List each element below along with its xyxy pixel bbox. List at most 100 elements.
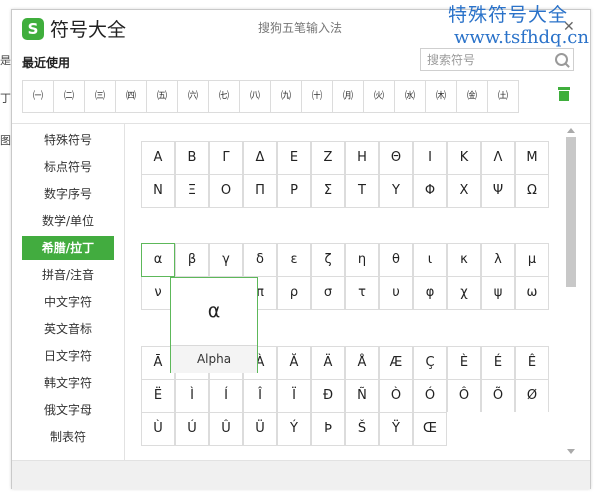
sidebar-item[interactable]: 拼音/注音 — [22, 263, 114, 287]
recent-symbol-cell[interactable]: ㈩ — [301, 80, 333, 113]
recent-symbol-cell[interactable]: ㈯ — [487, 80, 519, 113]
symbol-cell[interactable]: ψ — [481, 276, 515, 310]
symbol-cell[interactable]: χ — [447, 276, 481, 310]
symbol-cell[interactable]: β — [175, 243, 209, 277]
symbol-cell[interactable]: Ù — [141, 412, 175, 446]
symbol-cell[interactable]: Ν — [141, 174, 175, 208]
symbol-cell[interactable]: Œ — [413, 412, 447, 446]
scrollbar-thumb[interactable] — [566, 137, 576, 287]
symbol-cell[interactable]: Ψ — [481, 174, 515, 208]
recent-symbol-cell[interactable]: ㈨ — [270, 80, 302, 113]
sidebar-item[interactable]: 韩文字符 — [22, 371, 114, 395]
symbol-cell[interactable]: Ω — [515, 174, 549, 208]
symbol-cell[interactable]: λ — [481, 243, 515, 277]
symbol-cell[interactable]: Σ — [311, 174, 345, 208]
symbol-cell[interactable]: Χ — [447, 174, 481, 208]
symbol-cell[interactable]: Ø — [515, 379, 549, 413]
recent-symbol-cell[interactable]: ㈬ — [394, 80, 426, 113]
symbol-cell[interactable]: Μ — [515, 141, 549, 175]
symbol-cell[interactable]: Ê — [515, 346, 549, 380]
search-box[interactable] — [420, 48, 574, 71]
recent-symbol-cell[interactable]: ㈮ — [456, 80, 488, 113]
symbol-cell[interactable]: Ă — [277, 346, 311, 380]
symbol-cell[interactable]: Ï — [277, 379, 311, 413]
sidebar-item[interactable]: 数学/单位 — [22, 209, 114, 233]
recent-symbol-cell[interactable]: ㈣ — [115, 80, 147, 113]
trash-icon[interactable] — [558, 87, 570, 101]
symbol-cell[interactable]: É — [481, 346, 515, 380]
symbol-cell[interactable]: Æ — [379, 346, 413, 380]
recent-symbol-cell[interactable]: ㈫ — [363, 80, 395, 113]
symbol-cell[interactable]: Ñ — [345, 379, 379, 413]
symbol-cell[interactable]: Ú — [175, 412, 209, 446]
symbol-cell[interactable]: Ξ — [175, 174, 209, 208]
symbol-cell[interactable]: Õ — [481, 379, 515, 413]
symbol-cell[interactable]: Û — [209, 412, 243, 446]
symbol-cell[interactable]: Η — [345, 141, 379, 175]
recent-symbol-cell[interactable]: ㈥ — [177, 80, 209, 113]
symbol-cell[interactable]: Υ — [379, 174, 413, 208]
symbol-cell[interactable]: φ — [413, 276, 447, 310]
symbol-cell[interactable]: Ü — [243, 412, 277, 446]
recent-symbol-cell[interactable]: ㈤ — [146, 80, 178, 113]
symbol-cell[interactable]: Ë — [141, 379, 175, 413]
symbol-cell[interactable]: υ — [379, 276, 413, 310]
symbol-cell[interactable]: σ — [311, 276, 345, 310]
symbol-cell[interactable]: θ — [379, 243, 413, 277]
search-icon[interactable] — [555, 53, 568, 66]
recent-symbol-cell[interactable]: ㈪ — [332, 80, 364, 113]
symbol-cell[interactable]: ω — [515, 276, 549, 310]
symbol-cell[interactable]: Ζ — [311, 141, 345, 175]
symbol-cell[interactable]: Ð — [311, 379, 345, 413]
symbol-cell[interactable]: ι — [413, 243, 447, 277]
sidebar-item[interactable]: 数字序号 — [22, 182, 114, 206]
symbol-cell[interactable]: Ο — [209, 174, 243, 208]
recent-symbol-cell[interactable]: ㈠ — [22, 80, 54, 113]
recent-symbol-cell[interactable]: ㈦ — [208, 80, 240, 113]
recent-symbol-cell[interactable]: ㈭ — [425, 80, 457, 113]
symbol-cell[interactable]: Ó — [413, 379, 447, 413]
symbol-cell[interactable]: Ô — [447, 379, 481, 413]
symbol-cell[interactable]: Ä — [311, 346, 345, 380]
symbol-cell[interactable]: Τ — [345, 174, 379, 208]
symbol-cell[interactable]: Κ — [447, 141, 481, 175]
symbol-cell[interactable]: Ρ — [277, 174, 311, 208]
symbol-cell[interactable]: È — [447, 346, 481, 380]
recent-symbol-cell[interactable]: ㈧ — [239, 80, 271, 113]
symbol-cell[interactable]: Î — [243, 379, 277, 413]
symbol-cell[interactable]: Ÿ — [379, 412, 413, 446]
scrollbar[interactable] — [565, 128, 577, 456]
symbol-cell[interactable]: Γ — [209, 141, 243, 175]
symbol-cell[interactable]: μ — [515, 243, 549, 277]
symbol-cell[interactable]: α — [141, 243, 175, 277]
sidebar-item[interactable]: 制表符 — [22, 425, 114, 449]
symbol-cell[interactable]: Δ — [243, 141, 277, 175]
search-input[interactable] — [421, 49, 547, 70]
symbol-cell[interactable]: Β — [175, 141, 209, 175]
recent-symbol-cell[interactable]: ㈢ — [84, 80, 116, 113]
symbol-cell[interactable]: γ — [209, 243, 243, 277]
symbol-cell[interactable]: Š — [345, 412, 379, 446]
symbol-cell[interactable]: Ç — [413, 346, 447, 380]
scroll-down-icon[interactable] — [567, 449, 575, 454]
symbol-cell[interactable]: Í — [209, 379, 243, 413]
symbol-cell[interactable]: Φ — [413, 174, 447, 208]
symbol-cell[interactable]: Π — [243, 174, 277, 208]
symbol-cell[interactable]: Θ — [379, 141, 413, 175]
symbol-cell[interactable]: τ — [345, 276, 379, 310]
symbol-cell[interactable]: ζ — [311, 243, 345, 277]
sidebar-item[interactable]: 希腊/拉丁 — [22, 236, 114, 260]
symbol-cell[interactable]: Þ — [311, 412, 345, 446]
symbol-cell[interactable]: Ε — [277, 141, 311, 175]
symbol-cell[interactable]: ρ — [277, 276, 311, 310]
sidebar-item[interactable]: 中文字符 — [22, 290, 114, 314]
symbol-cell[interactable]: δ — [243, 243, 277, 277]
sidebar-item[interactable]: 日文字符 — [22, 344, 114, 368]
symbol-cell[interactable]: Å — [345, 346, 379, 380]
symbol-cell[interactable]: Ý — [277, 412, 311, 446]
sidebar-item[interactable]: 特殊符号 — [22, 128, 114, 152]
symbol-cell[interactable]: ε — [277, 243, 311, 277]
symbol-cell[interactable]: Α — [141, 141, 175, 175]
recent-symbol-cell[interactable]: ㈡ — [53, 80, 85, 113]
symbol-cell[interactable]: η — [345, 243, 379, 277]
